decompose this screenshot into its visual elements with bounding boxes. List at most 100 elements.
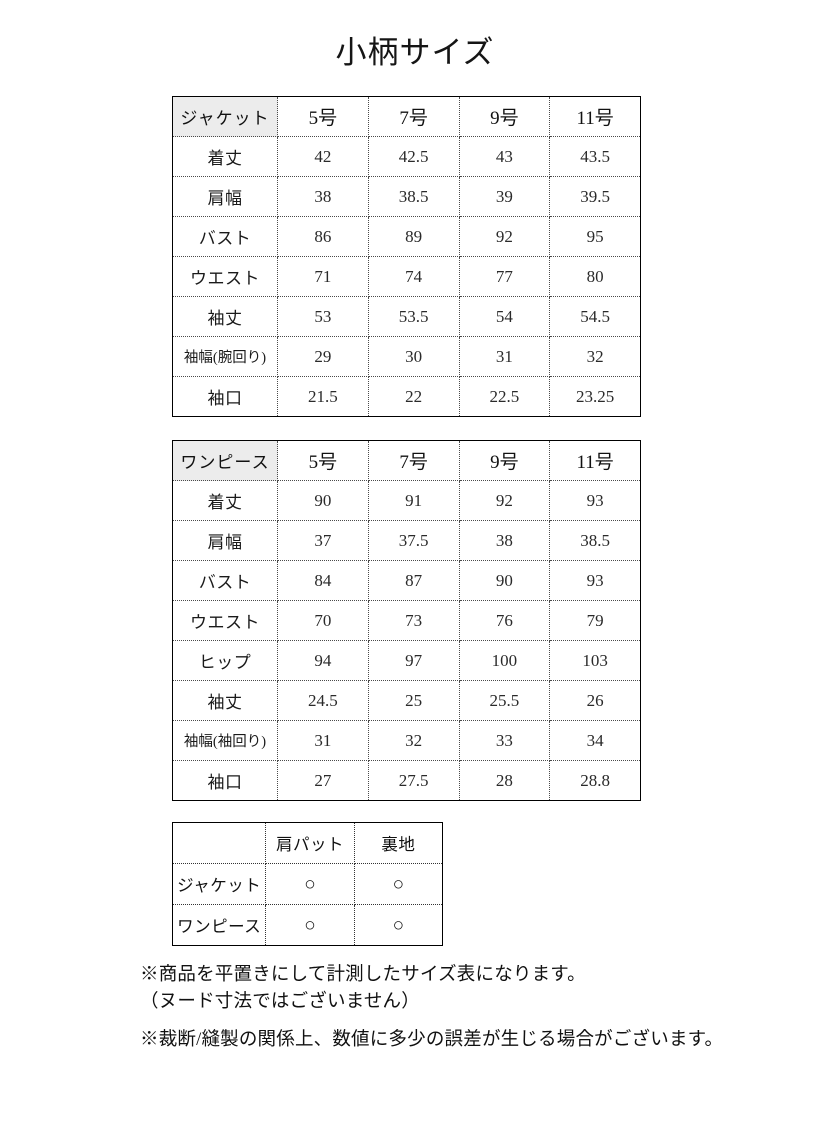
cell-value: 97 bbox=[368, 640, 460, 681]
feature-table: 肩パット 裏地 ジャケット ○ ○ ワンピース ○ ○ bbox=[172, 822, 443, 946]
cell-value: 32 bbox=[368, 720, 460, 761]
table-row: 着丈 42 42.5 43 43.5 bbox=[172, 136, 641, 177]
row-label: 袖口 bbox=[172, 376, 278, 417]
table-header-row: ジャケット 5号 7号 9号 11号 bbox=[172, 96, 641, 137]
row-label: 着丈 bbox=[172, 136, 278, 177]
cell-value: 79 bbox=[549, 600, 641, 641]
circle-mark-icon: ○ bbox=[265, 904, 355, 946]
table-row: バスト 86 89 92 95 bbox=[172, 216, 641, 257]
cell-value: 94 bbox=[277, 640, 369, 681]
note-line-flat-measurement: ※商品を平置きにして計測したサイズ表になります。 bbox=[140, 965, 586, 985]
cell-value: 80 bbox=[549, 256, 641, 297]
cell-value: 38 bbox=[459, 520, 551, 561]
cell-value: 28.8 bbox=[549, 760, 641, 801]
cell-value: 39.5 bbox=[549, 176, 641, 217]
cell-value: 76 bbox=[459, 600, 551, 641]
note-line-tolerance: ※裁断/縫製の関係上、数値に多少の誤差が生じる場合がございます。 bbox=[140, 1030, 724, 1050]
cell-value: 43 bbox=[459, 136, 551, 177]
table-row: 袖丈 24.5 25 25.5 26 bbox=[172, 680, 641, 721]
cell-value: 74 bbox=[368, 256, 460, 297]
size-chart-page: 小柄サイズ ジャケット 5号 7号 9号 11号 着丈 42 42.5 43 4… bbox=[0, 0, 830, 1126]
cell-value: 92 bbox=[459, 480, 551, 521]
circle-mark-icon: ○ bbox=[265, 863, 355, 905]
dress-corner-label: ワンピース bbox=[172, 440, 278, 481]
cell-value: 33 bbox=[459, 720, 551, 761]
table-row: 袖幅(腕回り) 29 30 31 32 bbox=[172, 336, 641, 377]
cell-value: 86 bbox=[277, 216, 369, 257]
column-header-size: 7号 bbox=[368, 96, 460, 137]
cell-value: 70 bbox=[277, 600, 369, 641]
column-header-shoulder-pad: 肩パット bbox=[265, 822, 355, 864]
jacket-corner-label: ジャケット bbox=[172, 96, 278, 137]
row-label: 肩幅 bbox=[172, 176, 278, 217]
cell-value: 90 bbox=[277, 480, 369, 521]
row-label: ウエスト bbox=[172, 600, 278, 641]
table-row: ウエスト 71 74 77 80 bbox=[172, 256, 641, 297]
cell-value: 31 bbox=[459, 336, 551, 377]
table-header-row: 肩パット 裏地 bbox=[172, 822, 443, 864]
row-label: バスト bbox=[172, 560, 278, 601]
column-header-size: 9号 bbox=[459, 440, 551, 481]
cell-value: 29 bbox=[277, 336, 369, 377]
circle-mark-icon: ○ bbox=[354, 904, 443, 946]
cell-value: 89 bbox=[368, 216, 460, 257]
cell-value: 37 bbox=[277, 520, 369, 561]
cell-value: 100 bbox=[459, 640, 551, 681]
cell-value: 38.5 bbox=[368, 176, 460, 217]
page-title: 小柄サイズ bbox=[335, 35, 495, 70]
cell-value: 54 bbox=[459, 296, 551, 337]
cell-value: 28 bbox=[459, 760, 551, 801]
note-line-not-body-measurement: （ヌード寸法ではございません） bbox=[140, 992, 420, 1012]
column-header-size: 5号 bbox=[277, 96, 369, 137]
feature-corner-cell bbox=[172, 822, 267, 864]
cell-value: 39 bbox=[459, 176, 551, 217]
cell-value: 25.5 bbox=[459, 680, 551, 721]
column-header-size: 7号 bbox=[368, 440, 460, 481]
cell-value: 32 bbox=[549, 336, 641, 377]
cell-value: 27.5 bbox=[368, 760, 460, 801]
cell-value: 90 bbox=[459, 560, 551, 601]
cell-value: 22 bbox=[368, 376, 460, 417]
cell-value: 31 bbox=[277, 720, 369, 761]
cell-value: 43.5 bbox=[549, 136, 641, 177]
row-label: 袖丈 bbox=[172, 296, 278, 337]
dress-size-table: ワンピース 5号 7号 9号 11号 着丈 90 91 92 93 肩幅 37 … bbox=[172, 440, 641, 801]
cell-value: 37.5 bbox=[368, 520, 460, 561]
table-row: ワンピース ○ ○ bbox=[172, 904, 443, 946]
cell-value: 71 bbox=[277, 256, 369, 297]
column-header-size: 9号 bbox=[459, 96, 551, 137]
table-row: 袖幅(袖回り) 31 32 33 34 bbox=[172, 720, 641, 761]
cell-value: 38 bbox=[277, 176, 369, 217]
cell-value: 95 bbox=[549, 216, 641, 257]
cell-value: 34 bbox=[549, 720, 641, 761]
row-label: バスト bbox=[172, 216, 278, 257]
cell-value: 22.5 bbox=[459, 376, 551, 417]
cell-value: 53.5 bbox=[368, 296, 460, 337]
row-label: ワンピース bbox=[172, 904, 267, 946]
cell-value: 103 bbox=[549, 640, 641, 681]
table-row: バスト 84 87 90 93 bbox=[172, 560, 641, 601]
cell-value: 92 bbox=[459, 216, 551, 257]
table-row: ジャケット ○ ○ bbox=[172, 863, 443, 905]
column-header-lining: 裏地 bbox=[354, 822, 443, 864]
row-label: 袖幅(袖回り) bbox=[172, 720, 278, 761]
cell-value: 42.5 bbox=[368, 136, 460, 177]
table-row: 肩幅 38 38.5 39 39.5 bbox=[172, 176, 641, 217]
column-header-size: 11号 bbox=[549, 96, 641, 137]
cell-value: 91 bbox=[368, 480, 460, 521]
row-label: ジャケット bbox=[172, 863, 267, 905]
cell-value: 87 bbox=[368, 560, 460, 601]
notes-section: ※商品を平置きにして計測したサイズ表になります。 （ヌード寸法ではございません）… bbox=[140, 962, 780, 1054]
table-header-row: ワンピース 5号 7号 9号 11号 bbox=[172, 440, 641, 481]
cell-value: 42 bbox=[277, 136, 369, 177]
cell-value: 25 bbox=[368, 680, 460, 721]
row-label: 袖口 bbox=[172, 760, 278, 801]
cell-value: 84 bbox=[277, 560, 369, 601]
table-row: 肩幅 37 37.5 38 38.5 bbox=[172, 520, 641, 561]
column-header-size: 5号 bbox=[277, 440, 369, 481]
row-label: 肩幅 bbox=[172, 520, 278, 561]
jacket-size-table: ジャケット 5号 7号 9号 11号 着丈 42 42.5 43 43.5 肩幅… bbox=[172, 96, 641, 417]
table-row: ヒップ 94 97 100 103 bbox=[172, 640, 641, 681]
cell-value: 38.5 bbox=[549, 520, 641, 561]
circle-mark-icon: ○ bbox=[354, 863, 443, 905]
